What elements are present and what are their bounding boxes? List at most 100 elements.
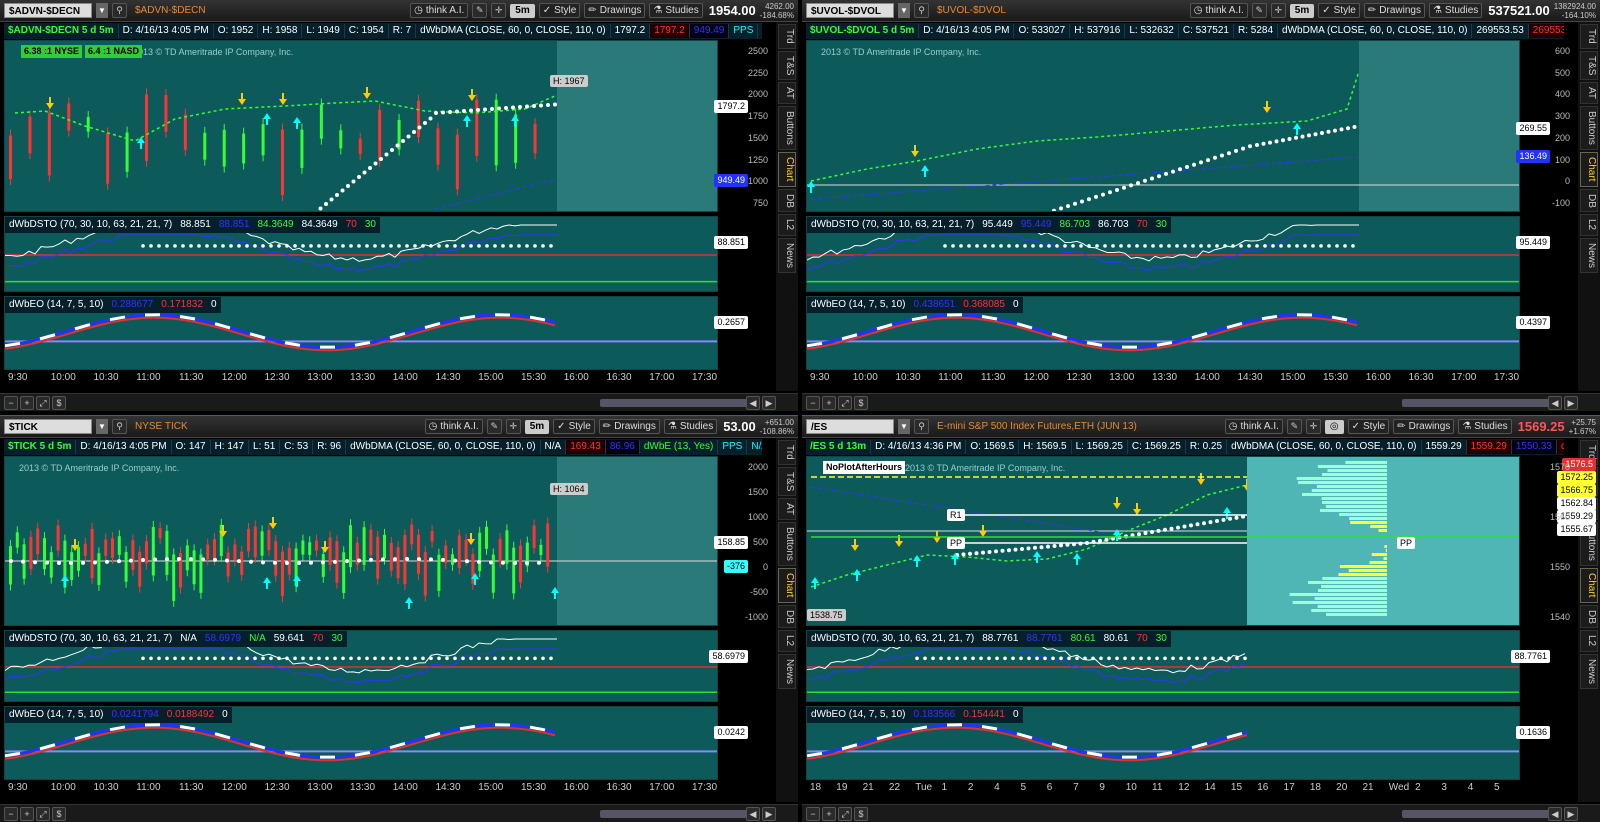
symbol-input[interactable]: /ES <box>806 419 894 434</box>
scroll-left-icon[interactable]: ◀ <box>1548 806 1562 821</box>
symbol-input[interactable]: $ADVN-$DECN <box>4 3 92 18</box>
side-tab-chart[interactable]: Chart <box>778 152 796 187</box>
crosshair-icon[interactable]: ✛ <box>491 3 507 18</box>
scroll-left-icon[interactable]: ◀ <box>746 395 760 410</box>
crosshair-icon[interactable]: ✛ <box>1270 3 1286 18</box>
zoom-in-icon[interactable]: + <box>20 806 34 821</box>
side-tab-chart[interactable]: Chart <box>1580 568 1598 603</box>
side-tab-ts[interactable]: T&S <box>1580 50 1598 81</box>
aggregation-button[interactable]: 5m <box>510 3 535 18</box>
link-icon[interactable]: ⚲ <box>112 3 127 18</box>
zoom-fit-icon[interactable]: ⤢ <box>838 806 852 821</box>
drawings-button[interactable]: ✏ Drawings <box>1393 419 1455 434</box>
price-pane[interactable]: 2013 © TD Ameritrade IP Company, Inc. NoP… <box>806 456 1520 626</box>
side-tab-db[interactable]: DB <box>1580 604 1598 629</box>
oscillator-pane[interactable]: dWbEO (14, 7, 5, 10) 0.183566 0.154441 0 <box>806 706 1520 780</box>
symbol-dropdown-icon[interactable]: ▼ <box>96 3 108 18</box>
wrench-icon[interactable]: ✎ <box>486 419 502 434</box>
symbol-input[interactable]: $TICK <box>4 419 92 434</box>
aggregation-button[interactable]: 5m <box>1289 3 1315 18</box>
zoom-fit-icon[interactable]: ⤢ <box>838 395 852 410</box>
price-pane[interactable]: 2013 © TD Ameritrade IP Company, Inc. H: … <box>4 456 718 626</box>
think-ai-button[interactable]: ◷ think A.I. <box>424 419 483 434</box>
zoom-out-icon[interactable]: − <box>806 395 820 410</box>
scroll-right-icon[interactable]: ▶ <box>1564 395 1578 410</box>
zoom-out-icon[interactable]: − <box>4 395 18 410</box>
zoom-in-icon[interactable]: + <box>822 395 836 410</box>
time-scrollbar[interactable] <box>1402 810 1562 818</box>
stochastic-pane[interactable]: dWbDSTO (70, 30, 10, 63, 21, 21, 7) 88.85… <box>4 216 718 292</box>
dollar-icon[interactable]: $ <box>854 806 868 821</box>
link-icon[interactable]: ⚲ <box>914 419 929 434</box>
crosshair-icon[interactable]: ✛ <box>1305 419 1321 434</box>
scroll-right-icon[interactable]: ▶ <box>762 806 776 821</box>
side-tab-news[interactable]: News <box>778 653 796 689</box>
studies-button[interactable]: ⚗ Studies <box>1458 419 1512 434</box>
time-scrollbar[interactable] <box>1402 399 1562 407</box>
side-tab-buttons[interactable]: Buttons <box>1580 106 1598 151</box>
aggregation-button[interactable]: 5m <box>524 419 550 434</box>
side-tab-buttons[interactable]: Buttons <box>778 522 796 567</box>
think-ai-button[interactable]: ◷ think A.I. <box>1224 419 1283 434</box>
oscillator-pane[interactable]: dWbEO (14, 7, 5, 10) 0.0241794 0.0188492 0 <box>4 706 718 780</box>
style-button[interactable]: ✓ Style <box>538 3 581 18</box>
drawings-button[interactable]: ✏ Drawings <box>1363 3 1425 18</box>
drawings-button[interactable]: ✏ Drawings <box>598 419 660 434</box>
wrench-icon[interactable]: ✎ <box>1286 419 1302 434</box>
studies-button[interactable]: ⚗ Studies <box>663 419 718 434</box>
dollar-icon[interactable]: $ <box>52 806 66 821</box>
zoom-out-icon[interactable]: − <box>4 806 18 821</box>
side-tab-l2[interactable]: L2 <box>778 630 796 652</box>
side-tab-l2[interactable]: L2 <box>1580 630 1598 652</box>
dollar-icon[interactable]: $ <box>854 395 868 410</box>
studies-button[interactable]: ⚗ Studies <box>649 3 703 18</box>
side-tab-news[interactable]: News <box>1580 237 1598 273</box>
side-tab-news[interactable]: News <box>1580 653 1598 689</box>
symbol-input[interactable]: $UVOL-$DVOL <box>806 3 894 18</box>
style-button[interactable]: ✓ Style <box>553 419 595 434</box>
side-tab-db[interactable]: DB <box>1580 188 1598 213</box>
scroll-right-icon[interactable]: ▶ <box>762 395 776 410</box>
studies-button[interactable]: ⚗ Studies <box>1428 3 1483 18</box>
style-button[interactable]: ✓ Style <box>1318 3 1360 18</box>
think-ai-button[interactable]: ◷ think A.I. <box>410 3 469 18</box>
zoom-fit-icon[interactable]: ⤢ <box>36 395 50 410</box>
side-tab-l2[interactable]: L2 <box>1580 214 1598 236</box>
wrench-icon[interactable]: ✎ <box>1251 3 1267 18</box>
price-pane[interactable]: 2013 © TD Ameritrade IP Company, Inc. 6.3… <box>4 40 718 212</box>
stochastic-pane[interactable]: dWbDSTO (70, 30, 10, 63, 21, 21, 7) 88.77… <box>806 630 1520 702</box>
side-tab-db[interactable]: DB <box>778 188 796 213</box>
side-tab-at[interactable]: AT <box>778 82 796 105</box>
side-tab-chart[interactable]: Chart <box>1580 152 1598 187</box>
link-icon[interactable]: ⚲ <box>112 419 127 434</box>
symbol-dropdown-icon[interactable]: ▼ <box>96 419 108 434</box>
scroll-right-icon[interactable]: ▶ <box>1564 806 1578 821</box>
side-tab-trd[interactable]: Trd <box>778 24 796 49</box>
think-ai-button[interactable]: ◷ think A.I. <box>1189 3 1248 18</box>
crosshair-icon[interactable]: ✛ <box>505 419 521 434</box>
price-pane[interactable]: 2013 © TD Ameritrade IP Company, Inc. <box>806 40 1520 212</box>
symbol-dropdown-icon[interactable]: ▼ <box>898 419 910 434</box>
style-button[interactable]: ✓ Style <box>1347 419 1390 434</box>
side-tab-db[interactable]: DB <box>778 604 796 629</box>
side-tab-at[interactable]: AT <box>1580 82 1598 105</box>
side-tab-chart[interactable]: Chart <box>778 568 796 603</box>
side-tab-buttons[interactable]: Buttons <box>778 106 796 151</box>
oscillator-pane[interactable]: dWbEO (14, 7, 5, 10) 0.438651 0.368085 0 <box>806 296 1520 370</box>
side-tab-at[interactable]: AT <box>778 498 796 521</box>
scroll-left-icon[interactable]: ◀ <box>1548 395 1562 410</box>
link-icon[interactable]: ⚲ <box>914 3 929 18</box>
zoom-in-icon[interactable]: + <box>20 395 34 410</box>
drawings-button[interactable]: ✏ Drawings <box>584 3 646 18</box>
stochastic-pane[interactable]: dWbDSTO (70, 30, 10, 63, 21, 21, 7) N/A 58… <box>4 630 718 702</box>
aggregation-button[interactable]: ◎ <box>1324 419 1344 434</box>
side-tab-ts[interactable]: T&S <box>778 50 796 81</box>
zoom-fit-icon[interactable]: ⤢ <box>36 806 50 821</box>
side-tab-ts[interactable]: T&S <box>778 466 796 497</box>
dollar-icon[interactable]: $ <box>52 395 66 410</box>
stochastic-pane[interactable]: dWbDSTO (70, 30, 10, 63, 21, 21, 7) 95.44… <box>806 216 1520 292</box>
side-tab-news[interactable]: News <box>778 237 796 273</box>
side-tab-l2[interactable]: L2 <box>778 214 796 236</box>
side-tab-trd[interactable]: Trd <box>1580 24 1598 49</box>
oscillator-pane[interactable]: dWbEO (14, 7, 5, 10) 0.288677 0.171832 0 <box>4 296 718 370</box>
